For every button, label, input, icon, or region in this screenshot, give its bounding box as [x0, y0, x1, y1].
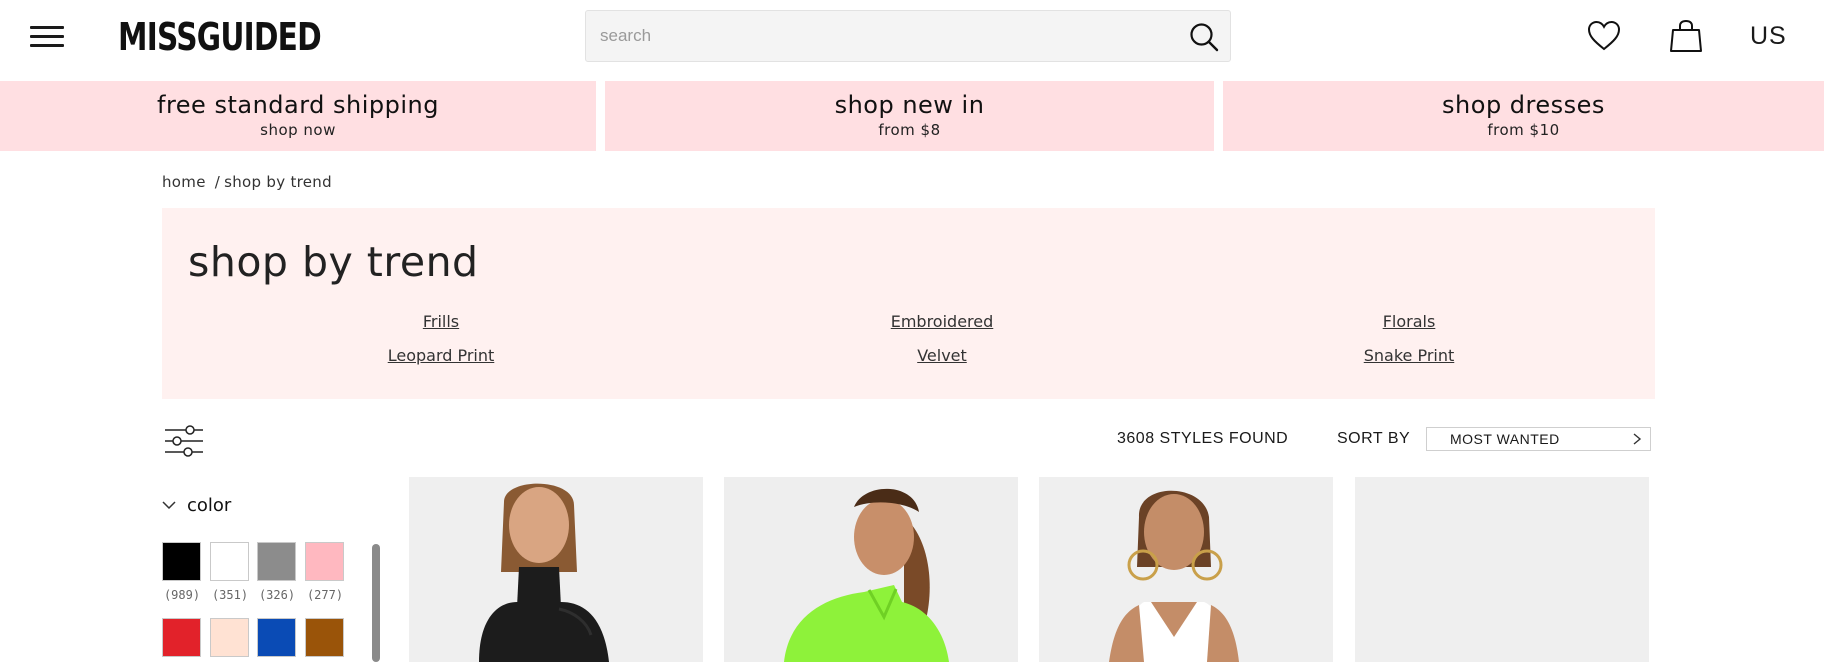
brand-logo[interactable]: MISSGUIDED: [118, 12, 322, 62]
chevron-right-icon: [1633, 433, 1642, 445]
breadcrumb: home / shop by trend: [162, 173, 332, 191]
color-swatch-red[interactable]: [162, 618, 201, 657]
shopping-bag-icon[interactable]: [1668, 18, 1704, 54]
sort-label: SORT BY: [1337, 430, 1411, 447]
product-image-neon-green-top: [724, 477, 1018, 662]
search-bar: [585, 10, 1231, 62]
sort-selected-value: MOST WANTED: [1450, 431, 1560, 447]
promo-subtitle: shop now: [260, 121, 336, 139]
trend-link-embroidered[interactable]: Embroidered: [891, 312, 994, 331]
menu-icon[interactable]: [30, 24, 66, 48]
promo-title: shop new in: [834, 91, 985, 119]
color-swatch-white[interactable]: [210, 542, 249, 581]
color-count-grey: (326): [258, 588, 296, 602]
promo-title: free standard shipping: [157, 91, 439, 119]
breadcrumb-separator: /: [214, 173, 221, 191]
filter-scrollbar[interactable]: [372, 544, 380, 662]
chevron-down-icon: [162, 501, 176, 510]
trend-link-snake-print[interactable]: Snake Print: [1364, 346, 1455, 365]
region-selector[interactable]: US: [1750, 18, 1787, 54]
promo-title: shop dresses: [1442, 91, 1605, 119]
promo-subtitle: from $10: [1487, 121, 1560, 139]
trend-link-velvet[interactable]: Velvet: [917, 346, 967, 365]
trend-link-leopard-print[interactable]: Leopard Print: [388, 346, 495, 365]
sort-dropdown[interactable]: MOST WANTED: [1426, 427, 1651, 451]
site-header: MISSGUIDED US: [0, 0, 1824, 80]
product-image-white-vest: [1039, 477, 1333, 662]
color-count-black: (989): [163, 588, 201, 602]
breadcrumb-current: shop by trend: [224, 173, 332, 191]
color-swatch-nude[interactable]: [210, 618, 249, 657]
color-swatch-grey[interactable]: [257, 542, 296, 581]
breadcrumb-home-link[interactable]: home: [162, 173, 206, 191]
product-image-black-turtleneck: [409, 477, 703, 662]
color-count-white: (351): [211, 588, 249, 602]
color-swatch-pink[interactable]: [305, 542, 344, 581]
page-title: shop by trend: [188, 238, 479, 286]
trend-link-frills[interactable]: Frills: [423, 312, 459, 331]
product-card[interactable]: [724, 477, 1018, 662]
trend-panel: shop by trend Frills Embroidered Florals…: [162, 208, 1655, 399]
color-swatch-blue[interactable]: [257, 618, 296, 657]
promo-shop-new-in[interactable]: shop new in from $8: [605, 81, 1214, 151]
wishlist-heart-icon[interactable]: [1586, 18, 1622, 54]
search-icon[interactable]: [1188, 21, 1220, 53]
product-card[interactable]: [1039, 477, 1333, 662]
color-filter-label: color: [187, 495, 232, 516]
product-card[interactable]: [409, 477, 703, 662]
promo-subtitle: from $8: [878, 121, 941, 139]
filter-sliders-icon[interactable]: [164, 425, 204, 457]
product-image-placeholder: [1355, 477, 1649, 662]
promo-free-shipping[interactable]: free standard shipping shop now: [0, 81, 596, 151]
search-input[interactable]: [600, 11, 1160, 61]
color-swatch-black[interactable]: [162, 542, 201, 581]
results-count: 3608 STYLES FOUND: [1117, 430, 1289, 447]
promo-shop-dresses[interactable]: shop dresses from $10: [1223, 81, 1824, 151]
trend-link-florals[interactable]: Florals: [1383, 312, 1436, 331]
color-swatch-brown[interactable]: [305, 618, 344, 657]
color-count-pink: (277): [306, 588, 344, 602]
product-card-placeholder[interactable]: [1355, 477, 1649, 662]
